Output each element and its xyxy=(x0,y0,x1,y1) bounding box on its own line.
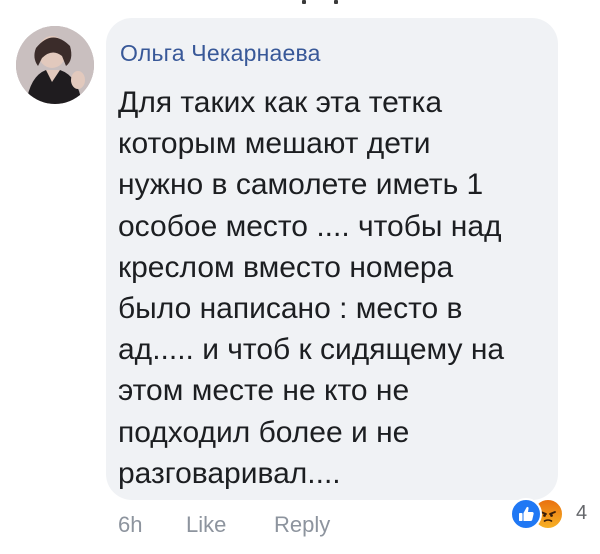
like-link[interactable]: Like xyxy=(186,512,226,538)
comment-author-name[interactable]: Ольга Чекарнаева xyxy=(120,40,321,67)
reaction-count: 4 xyxy=(576,502,588,524)
like-icon xyxy=(510,498,542,530)
reaction-summary[interactable]: 4 xyxy=(510,496,600,532)
avatar[interactable] xyxy=(16,26,94,104)
cropped-previous-content xyxy=(0,0,600,12)
avatar-photo xyxy=(16,26,94,104)
comment-timestamp[interactable]: 6h xyxy=(118,512,142,538)
cropped-text-fragment xyxy=(334,0,338,4)
cropped-text-fragment xyxy=(302,0,306,4)
comment-text: Для таких как эта тетка которым мешают д… xyxy=(118,86,505,490)
reply-link[interactable]: Reply xyxy=(274,512,330,538)
